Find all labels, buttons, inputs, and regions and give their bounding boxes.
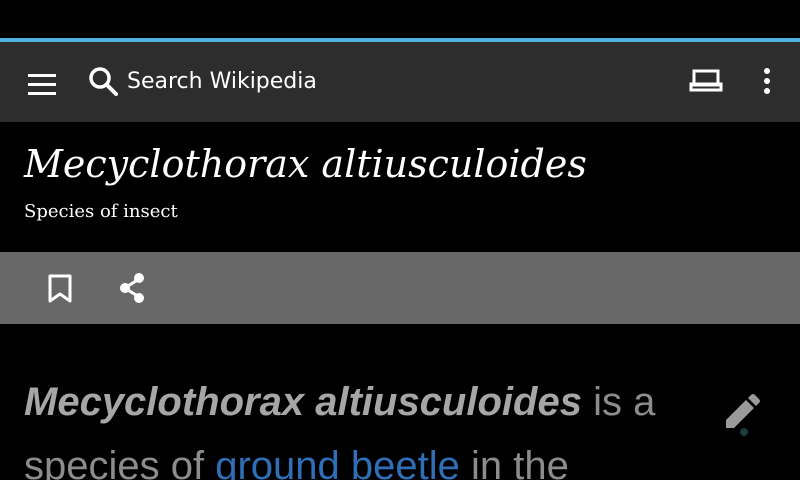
article-action-bar [0, 252, 800, 324]
ground-beetle-link[interactable]: ground beetle [215, 444, 460, 480]
edit-pencil-icon[interactable] [718, 382, 762, 438]
bookmark-icon[interactable] [36, 266, 84, 310]
page-description: Species of insect [24, 201, 178, 222]
article-header: Mecyclothorax altiusculoides Species of … [0, 122, 800, 252]
overflow-menu-icon[interactable] [748, 62, 788, 102]
status-bar [0, 0, 800, 38]
lead-paragraph: Mecyclothorax altiusculoides is a specie… [24, 370, 704, 480]
reading-list-icon[interactable] [686, 62, 726, 102]
hamburger-menu-icon[interactable] [24, 66, 60, 102]
search-icon[interactable] [84, 62, 124, 102]
lead-bold-title: Mecyclothorax altiusculoides [24, 380, 582, 424]
share-icon[interactable] [108, 266, 156, 310]
search-input[interactable]: Search Wikipedia [127, 64, 317, 100]
page-title: Mecyclothorax altiusculoides [24, 142, 587, 186]
lead-text-continued: in the [459, 444, 569, 480]
top-toolbar: Search Wikipedia [0, 42, 800, 122]
article-content: Mecyclothorax altiusculoides is a specie… [0, 324, 800, 480]
